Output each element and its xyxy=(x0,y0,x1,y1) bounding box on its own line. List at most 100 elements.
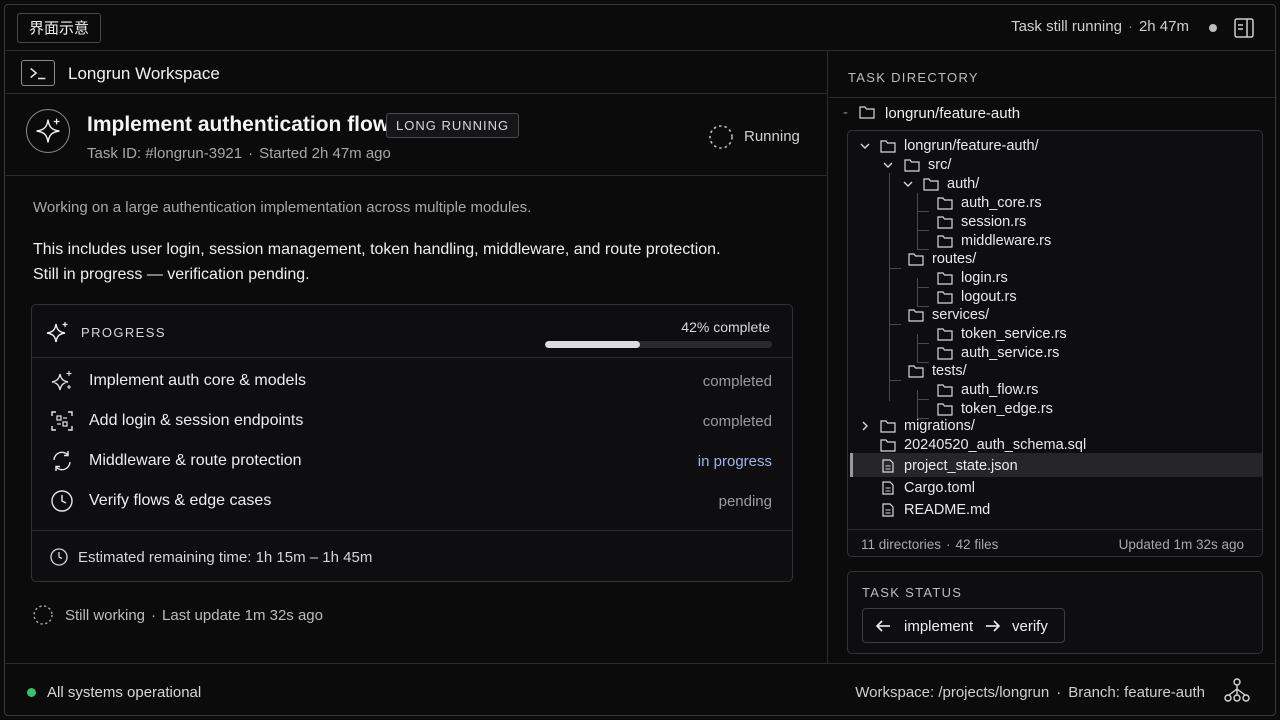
separator: · xyxy=(151,607,157,624)
working-status: Still working · Last update 1m 32s ago xyxy=(65,607,323,624)
task-status-card: TASK STATUS implement verify xyxy=(847,571,1263,654)
tree-label: 20240520_auth_schema.sql xyxy=(904,437,1087,453)
tree-label: src/ xyxy=(928,157,952,173)
tree-label: auth_service.rs xyxy=(961,345,1060,361)
file-icon xyxy=(882,481,894,495)
step-status: completed xyxy=(702,413,772,430)
directory-count: 11 directories xyxy=(861,537,942,552)
folder-icon xyxy=(937,347,953,360)
tree-counts: 11 directories · 42 files xyxy=(861,537,998,552)
folder-icon xyxy=(904,159,920,172)
tree-label: tests/ xyxy=(932,363,967,379)
separator: · xyxy=(248,145,254,162)
file-count: 42 files xyxy=(955,537,999,552)
tree-label: project_state.json xyxy=(904,458,1018,474)
step-label: Add login & session endpoints xyxy=(89,412,304,429)
tree-label: middleware.rs xyxy=(961,233,1052,249)
terminal-icon xyxy=(21,60,55,86)
elapsed-time: 2h 47m xyxy=(1138,18,1189,35)
running-status-label: Running xyxy=(744,128,800,145)
step-label: Middleware & route protection xyxy=(89,452,302,469)
app-window: 界面示意 Task still running · 2h 47m Longrun W… xyxy=(4,4,1277,716)
task-directory-panel: TASK DIRECTORY - longrun/feature-auth lo… xyxy=(829,51,1277,663)
tree-label: routes/ xyxy=(932,251,977,267)
workspace-info: Workspace: /projects/longrun · Branch: fea… xyxy=(855,684,1205,701)
folder-icon xyxy=(937,235,953,248)
tree-guide xyxy=(917,362,929,363)
chevron-down-icon[interactable] xyxy=(882,159,894,171)
top-bar: 界面示意 Task still running · 2h 47m xyxy=(5,5,1275,51)
activity-dot-icon xyxy=(1209,24,1217,32)
folder-icon xyxy=(908,309,924,322)
task-status-title: TASK STATUS xyxy=(862,585,963,600)
progress-title: PROGRESS xyxy=(81,325,166,340)
clock-icon xyxy=(51,490,73,512)
interface-sketch-tag: 界面示意 xyxy=(17,13,102,43)
progress-card: PROGRESS 42% complete Implement auth cor… xyxy=(31,304,793,582)
tree-guide xyxy=(889,268,901,269)
task-id: Task ID: #longrun-3921 xyxy=(87,145,243,162)
tree-guide xyxy=(889,173,890,401)
tree-guide xyxy=(917,343,929,344)
eta-row: Estimated remaining time: 1h 15m – 1h 45… xyxy=(32,530,792,582)
tree-label: auth/ xyxy=(947,176,980,192)
tree-guide xyxy=(917,390,918,418)
status-step-implement: implement xyxy=(904,618,974,635)
progress-percent: 42% complete xyxy=(681,319,770,335)
folder-icon xyxy=(937,384,953,397)
tree-guide xyxy=(917,211,929,212)
panel-toggle-icon[interactable] xyxy=(1233,17,1255,39)
separator: · xyxy=(1056,684,1062,701)
separator: · xyxy=(946,537,951,552)
workspace-title: Longrun Workspace xyxy=(68,64,220,83)
bottom-status-bar: All systems operational Workspace: /proj… xyxy=(5,663,1275,716)
progress-step: Middleware & route protection in progres… xyxy=(32,442,792,482)
task-started: Started 2h 47m ago xyxy=(259,145,391,162)
system-status: All systems operational xyxy=(47,684,202,701)
divider xyxy=(829,97,1277,98)
folder-icon xyxy=(937,291,953,304)
tree-guide xyxy=(917,334,918,362)
last-update: Last update 1m 32s ago xyxy=(162,607,323,624)
separator: · xyxy=(1127,18,1133,35)
chevron-right-icon[interactable] xyxy=(859,420,871,432)
tree-label: README.md xyxy=(904,502,991,518)
task-title: Implement authentication flow xyxy=(87,113,390,136)
tree-guide xyxy=(917,230,929,231)
workspace-path: Workspace: /projects/longrun xyxy=(855,684,1050,701)
tree-guide xyxy=(889,324,901,325)
eta-text: Estimated remaining time: 1h 15m – 1h 45… xyxy=(78,549,373,566)
network-icon[interactable] xyxy=(1223,676,1251,704)
tree-label: migrations/ xyxy=(904,418,975,434)
progress-step: Verify flows & edge cases pending xyxy=(32,482,792,522)
folder-icon xyxy=(880,439,896,452)
task-running-status: Task still running · 2h 47m xyxy=(1011,18,1189,35)
folder-icon xyxy=(880,420,896,433)
tree-label: session.rs xyxy=(961,214,1027,230)
task-status-pipeline[interactable]: implement verify xyxy=(862,608,1065,643)
refresh-icon xyxy=(53,451,71,471)
file-icon xyxy=(882,503,894,517)
sparkles-icon xyxy=(46,322,68,343)
folder-icon xyxy=(923,178,939,191)
tree-label: auth_flow.rs xyxy=(961,382,1039,398)
system-ok-dot-icon xyxy=(27,688,36,697)
clock-icon xyxy=(50,548,68,566)
step-status: in progress xyxy=(697,453,772,470)
task-meta: Task ID: #longrun-3921 · Started 2h 47m ag… xyxy=(87,145,391,162)
tree-label: services/ xyxy=(932,307,990,323)
task-header: Implement authentication flow LONG RUNNI… xyxy=(5,94,827,176)
step-label: Implement auth core & models xyxy=(89,372,306,389)
folder-icon xyxy=(859,106,875,119)
folder-icon xyxy=(937,216,953,229)
task-running-text: Task still running xyxy=(1011,18,1122,35)
folder-icon xyxy=(937,328,953,341)
tree-guide xyxy=(917,193,918,249)
tree-label: token_edge.rs xyxy=(961,401,1053,417)
chevron-down-icon[interactable] xyxy=(859,140,871,152)
branch-name: Branch: feature-auth xyxy=(1068,684,1205,701)
chevron-down-icon[interactable] xyxy=(902,178,914,190)
arrow-left-icon xyxy=(875,620,890,632)
tree-guide xyxy=(917,399,929,400)
tree-label: Cargo.toml xyxy=(904,480,975,496)
